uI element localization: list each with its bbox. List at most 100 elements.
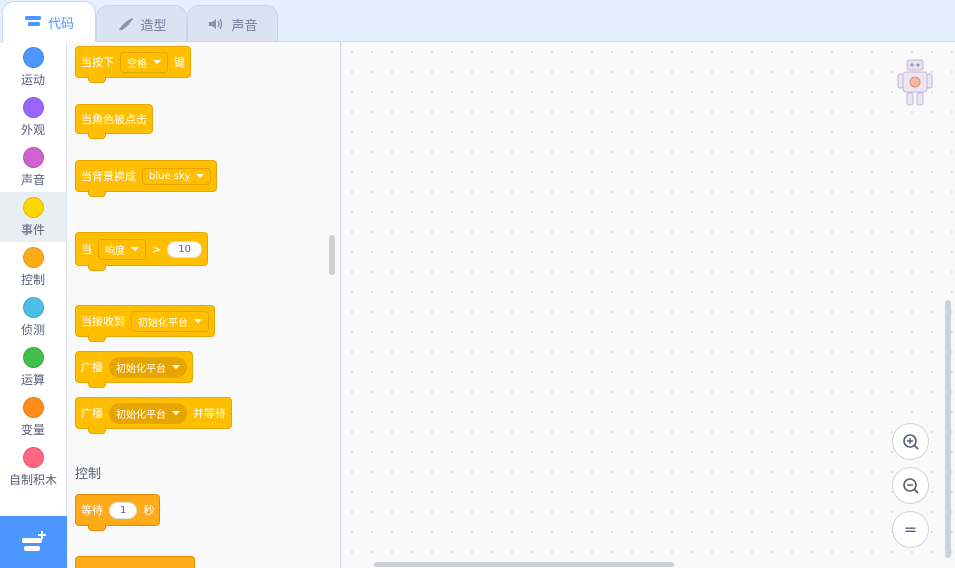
category-dot bbox=[22, 297, 44, 318]
key-dropdown[interactable]: 空格 bbox=[120, 51, 168, 73]
workspace-vertical-scrollbar[interactable] bbox=[945, 300, 951, 558]
section-title-control: 控制 bbox=[75, 467, 102, 482]
category-dot bbox=[22, 447, 44, 468]
block-text: 等待 bbox=[81, 504, 103, 517]
category-variables[interactable]: 变量 bbox=[0, 392, 66, 442]
add-extension-icon bbox=[22, 531, 46, 551]
category-dot bbox=[22, 47, 44, 68]
tab-costumes-label: 造型 bbox=[140, 18, 167, 34]
category-label: 变量 bbox=[20, 423, 45, 437]
block-when-sprite-clicked[interactable]: 当角色被点击 bbox=[75, 91, 157, 139]
message-dropdown[interactable]: 初始化平台 bbox=[109, 356, 187, 378]
add-extension-button[interactable] bbox=[0, 516, 67, 568]
category-dot bbox=[22, 247, 44, 268]
threshold-input[interactable]: 10 bbox=[167, 240, 202, 258]
code-icon bbox=[24, 16, 41, 26]
block-text: 当接收到 bbox=[81, 315, 125, 328]
tab-code[interactable]: 代码 bbox=[2, 1, 96, 42]
dropdown-value: 初始化平台 bbox=[116, 409, 166, 421]
message-dropdown[interactable]: 初始化平台 bbox=[131, 310, 209, 332]
category-events[interactable]: 事件 bbox=[0, 192, 66, 242]
workspace-horizontal-scrollbar[interactable] bbox=[374, 562, 674, 567]
category-label: 声音 bbox=[20, 173, 45, 187]
category-menu: 运动 外观 声音 事件 控制 侦测 运算 变量 自制积木 bbox=[0, 41, 67, 568]
block-notch bbox=[88, 132, 106, 139]
block-repeat[interactable] bbox=[75, 556, 195, 568]
block-notch bbox=[88, 524, 106, 531]
tab-costumes[interactable]: 造型 bbox=[96, 5, 187, 42]
block-notch bbox=[88, 381, 106, 388]
block-palette: 当按下 空格 键 当角色被点击 当背景换成 blue sky 当 响度 > 10… bbox=[67, 41, 341, 568]
caret-down-icon bbox=[172, 411, 180, 415]
code-workspace[interactable] bbox=[342, 41, 955, 568]
editor-tabs: 代码 造型 声音 bbox=[0, 0, 955, 42]
caret-down-icon bbox=[196, 174, 205, 178]
block-text: 广播 bbox=[81, 407, 103, 420]
category-dot bbox=[22, 197, 44, 218]
block-text: 并等待 bbox=[193, 407, 226, 420]
palette-scrollbar[interactable] bbox=[329, 235, 335, 275]
brush-icon bbox=[119, 18, 134, 30]
dropdown-value: 初始化平台 bbox=[138, 317, 188, 329]
category-label: 事件 bbox=[20, 223, 45, 237]
zoom-reset-label: = bbox=[903, 520, 918, 539]
caret-down-icon bbox=[172, 365, 180, 369]
category-motion[interactable]: 运动 bbox=[0, 42, 66, 92]
block-notch bbox=[88, 335, 106, 342]
message-dropdown[interactable]: 初始化平台 bbox=[109, 402, 187, 424]
tab-sounds-label: 声音 bbox=[231, 18, 258, 34]
dropdown-value: 空格 bbox=[127, 58, 147, 70]
dropdown-value: blue sky bbox=[149, 170, 191, 182]
block-when-key-pressed[interactable]: 当按下 空格 键 bbox=[75, 46, 191, 83]
zoom-in-icon bbox=[902, 433, 919, 450]
block-text: 当按下 bbox=[81, 56, 114, 69]
block-when-greater-than[interactable]: 当 响度 > 10 bbox=[75, 219, 208, 271]
speaker-icon bbox=[209, 18, 223, 30]
category-sensing[interactable]: 侦测 bbox=[0, 292, 66, 342]
category-label: 运算 bbox=[20, 373, 45, 387]
block-when-i-receive[interactable]: 当接收到 初始化平台 bbox=[75, 292, 215, 342]
category-dot bbox=[22, 397, 44, 418]
category-operators[interactable]: 运算 bbox=[0, 342, 66, 392]
caret-down-icon bbox=[131, 247, 139, 251]
dropdown-value: 响度 bbox=[105, 245, 125, 257]
category-my-blocks[interactable]: 自制积木 bbox=[0, 442, 66, 492]
category-dot bbox=[22, 347, 44, 368]
category-label: 控制 bbox=[20, 273, 45, 287]
dropdown-value: 初始化平台 bbox=[116, 363, 166, 375]
zoom-in-button[interactable] bbox=[892, 423, 929, 460]
robot-sprite-icon bbox=[897, 59, 933, 106]
category-dot bbox=[22, 147, 44, 168]
category-label: 运动 bbox=[20, 73, 45, 87]
block-text: 当 bbox=[81, 243, 92, 256]
category-looks[interactable]: 外观 bbox=[0, 92, 66, 142]
block-text: 当背景换成 bbox=[81, 170, 136, 183]
wait-seconds-input[interactable]: 1 bbox=[109, 501, 138, 519]
tab-sounds[interactable]: 声音 bbox=[187, 5, 278, 42]
caret-down-icon bbox=[194, 319, 202, 323]
block-text: 广播 bbox=[81, 361, 103, 374]
block-broadcast-and-wait[interactable]: 广播 初始化平台 并等待 bbox=[75, 397, 232, 434]
block-text: 秒 bbox=[143, 504, 155, 517]
zoom-out-button[interactable] bbox=[892, 467, 929, 504]
sensor-dropdown[interactable]: 响度 bbox=[98, 238, 146, 260]
caret-down-icon bbox=[153, 60, 161, 64]
block-text: 当角色被点击 bbox=[81, 113, 147, 126]
category-control[interactable]: 控制 bbox=[0, 242, 66, 292]
category-dot bbox=[22, 97, 44, 118]
tab-code-label: 代码 bbox=[47, 16, 74, 32]
block-broadcast[interactable]: 广播 初始化平台 bbox=[75, 351, 193, 388]
block-when-backdrop-switches[interactable]: 当背景换成 blue sky bbox=[75, 147, 218, 197]
operator-text: > bbox=[152, 242, 162, 256]
category-label: 侦测 bbox=[20, 323, 45, 337]
zoom-out-icon bbox=[902, 477, 919, 494]
category-label: 自制积木 bbox=[8, 473, 57, 487]
category-label: 外观 bbox=[20, 123, 45, 137]
category-sound[interactable]: 声音 bbox=[0, 142, 66, 192]
block-notch bbox=[88, 76, 106, 83]
block-wait[interactable]: 等待 1 秒 bbox=[75, 494, 161, 531]
backdrop-dropdown[interactable]: blue sky bbox=[142, 167, 212, 185]
zoom-reset-button[interactable]: = bbox=[892, 511, 929, 548]
block-notch bbox=[88, 427, 106, 434]
block-notch bbox=[88, 264, 106, 271]
